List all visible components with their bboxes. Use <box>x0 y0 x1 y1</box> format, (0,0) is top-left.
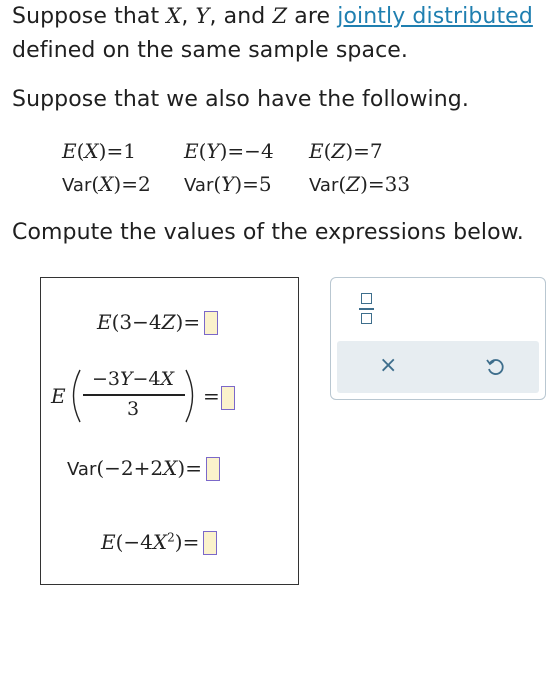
intro-line-1: Suppose that X, Y, and Z are jointly dis… <box>12 4 533 29</box>
intro-sep: , and <box>209 4 273 29</box>
answer-input-4[interactable] <box>203 530 218 555</box>
var-x: X <box>166 4 182 28</box>
expressions-box: E(3−4Z)= E −3Y−4X 3 = Var(−2+2X)= E(−4X2… <box>40 277 299 585</box>
expr-2-equals: = <box>203 384 220 408</box>
expr-2-numerator: −3Y−4X <box>91 368 175 390</box>
expr-2: E −3Y−4X 3 = <box>51 366 251 426</box>
intro-line-3: Suppose that we also have the following. <box>12 87 469 112</box>
jointly-distributed-link[interactable]: jointly distributed <box>337 4 533 29</box>
compute-prompt: Compute the values of the expressions be… <box>12 220 524 245</box>
answer-input-3[interactable] <box>205 456 220 481</box>
fraction-icon[interactable] <box>359 291 377 327</box>
intro-sep: , <box>181 4 196 29</box>
answer-input-2[interactable] <box>221 386 235 410</box>
intro-text: are <box>287 4 338 29</box>
given-ex: E(X)=1 <box>62 139 136 163</box>
var-z: Z <box>272 4 288 28</box>
var-y: Y <box>195 4 210 28</box>
math-toolbar: × <box>330 277 546 400</box>
given-vary: Var(Y)=5 <box>184 172 272 196</box>
right-paren-icon <box>185 369 194 423</box>
clear-button[interactable]: × <box>379 353 397 378</box>
expr-2-E: E <box>51 384 66 408</box>
given-ez: E(Z)=7 <box>309 139 383 163</box>
answer-input-1[interactable] <box>204 310 219 335</box>
given-varz: Var(Z)=33 <box>309 172 411 196</box>
intro-text: Suppose that <box>12 4 167 29</box>
undo-icon[interactable] <box>484 356 506 378</box>
given-ey: E(Y)=−4 <box>184 139 274 163</box>
intro-line-2: defined on the same sample space. <box>12 38 409 63</box>
expr-3: Var(−2+2X)= <box>67 456 220 482</box>
given-varx: Var(X)=2 <box>62 172 151 196</box>
expr-4: E(−4X2)= <box>101 530 218 556</box>
expr-2-denominator: 3 <box>126 398 140 420</box>
expr-1: E(3−4Z)= <box>97 310 219 336</box>
fraction-bar <box>83 394 185 396</box>
var-label: Var <box>67 459 97 480</box>
action-bar: × <box>337 341 539 393</box>
